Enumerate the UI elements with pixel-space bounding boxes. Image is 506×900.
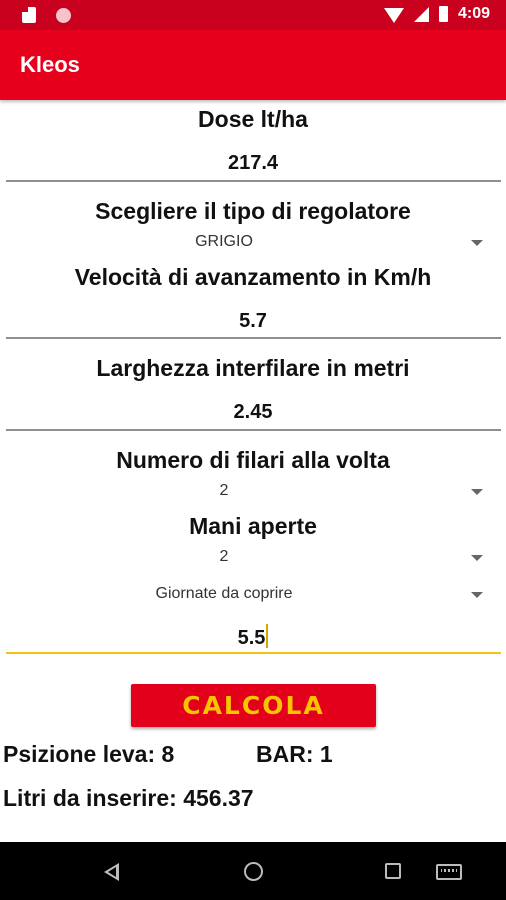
speed-input[interactable]: 5.7 [0,310,506,333]
status-time: 4:09 [457,5,490,22]
status-bar: 4:09 [0,0,506,30]
notification-dot-icon [56,7,71,23]
width-underline [6,429,501,431]
chevron-down-icon [471,592,483,598]
days-underline [6,652,501,654]
lever-position-result: Psizione leva: 8 [3,741,175,767]
app-title: Kleos [20,52,80,77]
dose-underline [6,180,501,182]
calculate-button[interactable]: CALCOLA [131,684,376,727]
rows-dropdown[interactable]: 2 [0,479,506,505]
liters-result: Litri da inserire: 456.37 [3,785,254,811]
dose-label: Dose lt/ha [198,106,308,132]
days-dropdown[interactable]: Giornate da coprire [0,582,506,608]
rows-selected: 2 [219,482,229,499]
days-selected: Giornate da coprire [155,585,293,602]
bar-result: BAR: 1 [256,741,333,767]
battery-icon [438,6,448,22]
text-cursor [266,624,269,648]
recents-icon[interactable] [385,863,401,879]
width-label: Larghezza interfilare in metri [96,355,410,381]
hands-selected: 2 [219,548,229,565]
hands-dropdown[interactable]: 2 [0,545,506,571]
regulator-label: Scegliere il tipo di regolatore [95,198,411,224]
hands-label: Mani aperte [189,513,317,539]
keyboard-icon[interactable] [436,864,462,880]
days-input-value: 5.5 [237,627,266,649]
dose-input[interactable]: 217.4 [0,152,506,175]
navigation-bar [0,842,506,900]
speed-underline [6,337,501,339]
sd-card-icon [22,7,36,23]
back-icon[interactable] [104,863,119,881]
signal-icon [413,6,429,22]
home-icon[interactable] [244,862,263,881]
chevron-down-icon [471,240,483,246]
wifi-icon [383,7,404,23]
rows-label: Numero di filari alla volta [116,447,390,473]
days-input[interactable]: 5.5 [0,624,506,650]
width-input[interactable]: 2.45 [0,401,506,424]
regulator-dropdown[interactable]: GRIGIO [0,230,506,256]
regulator-selected: GRIGIO [195,233,253,250]
app-bar: Kleos [0,30,506,100]
speed-label: Velocità di avanzamento in Km/h [74,264,432,290]
chevron-down-icon [471,555,483,561]
chevron-down-icon [471,489,483,495]
